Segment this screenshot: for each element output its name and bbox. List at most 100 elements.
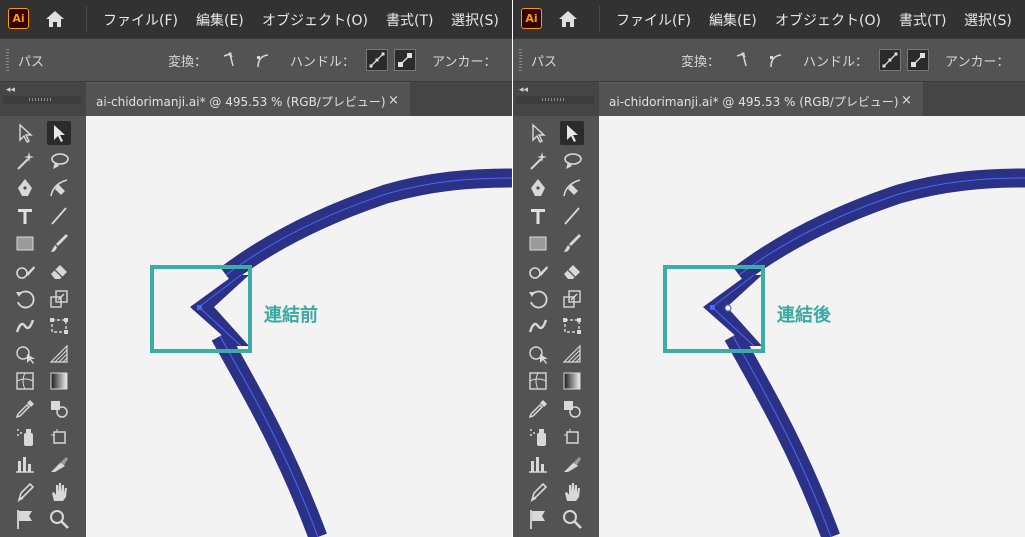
- pen-variant-tool-icon[interactable]: [13, 480, 37, 504]
- control-bar-grip[interactable]: [6, 49, 9, 71]
- joined-anchor-point[interactable]: [724, 304, 732, 312]
- hide-handles-button[interactable]: [394, 49, 416, 71]
- flag-tool-icon[interactable]: [526, 507, 550, 531]
- control-bar-grip[interactable]: [519, 49, 522, 71]
- paintbrush-tool-icon[interactable]: [47, 231, 71, 255]
- column-graph-tool-icon[interactable]: [526, 452, 550, 476]
- free-transform-tool-icon[interactable]: [560, 314, 584, 338]
- line-segment-tool-icon[interactable]: [47, 204, 71, 228]
- shaper-tool-icon[interactable]: [526, 259, 550, 283]
- menu-select[interactable]: 選択(S): [964, 10, 1012, 30]
- menu-select[interactable]: 選択(S): [451, 10, 499, 30]
- magic-wand-tool-icon[interactable]: [13, 149, 37, 173]
- blend-tool-icon[interactable]: [47, 397, 71, 421]
- curvature-tool-icon[interactable]: [47, 176, 71, 200]
- toolbox-header[interactable]: [3, 96, 81, 104]
- lasso-tool-icon[interactable]: [47, 149, 71, 173]
- type-tool-icon[interactable]: [13, 204, 37, 228]
- handles-icon: [882, 52, 898, 68]
- artboard-tool-icon[interactable]: [560, 425, 584, 449]
- column-graph-tool-icon[interactable]: [13, 452, 37, 476]
- home-icon[interactable]: [557, 9, 579, 29]
- eyedropper-tool-icon[interactable]: [13, 397, 37, 421]
- handles-icon: [369, 52, 385, 68]
- lasso-tool-icon[interactable]: [560, 149, 584, 173]
- pen-variant-tool-icon[interactable]: [526, 480, 550, 504]
- scale-tool-icon[interactable]: [560, 287, 584, 311]
- show-handles-button[interactable]: [366, 49, 388, 71]
- close-tab-icon[interactable]: ×: [901, 93, 912, 108]
- control-bar: パス 変換： ハンドル： アンカー：: [0, 38, 512, 82]
- type-tool-icon[interactable]: [526, 204, 550, 228]
- menu-object[interactable]: オブジェクト(O): [262, 10, 368, 30]
- convert-to-corner-button[interactable]: [732, 49, 754, 71]
- flag-tool-icon[interactable]: [13, 507, 37, 531]
- pane-divider: [512, 0, 513, 537]
- free-transform-tool-icon[interactable]: [47, 314, 71, 338]
- perspective-grid-tool-icon[interactable]: [47, 342, 71, 366]
- zoom-tool-icon[interactable]: [560, 507, 584, 531]
- menu-file[interactable]: ファイル(F): [616, 10, 691, 30]
- pen-tool-icon[interactable]: [526, 176, 550, 200]
- collapse-panel-icon[interactable]: ◂◂: [6, 85, 15, 95]
- annotation-label: 連結後: [777, 305, 831, 326]
- gradient-tool-icon[interactable]: [47, 369, 71, 393]
- pen-tool-icon[interactable]: [13, 176, 37, 200]
- blend-tool-icon[interactable]: [560, 397, 584, 421]
- slice-tool-icon[interactable]: [560, 452, 584, 476]
- rectangle-tool-icon[interactable]: [13, 231, 37, 255]
- menu-edit[interactable]: 編集(E): [709, 10, 757, 30]
- menu-type[interactable]: 書式(T): [899, 10, 946, 30]
- slice-tool-icon[interactable]: [47, 452, 71, 476]
- symbol-sprayer-tool-icon[interactable]: [13, 425, 37, 449]
- gradient-tool-icon[interactable]: [560, 369, 584, 393]
- menu-type[interactable]: 書式(T): [386, 10, 433, 30]
- artboard-tool-icon[interactable]: [47, 425, 71, 449]
- symbol-sprayer-tool-icon[interactable]: [526, 425, 550, 449]
- selected-anchor-point[interactable]: [710, 305, 715, 310]
- width-tool-icon[interactable]: [526, 314, 550, 338]
- eyedropper-tool-icon[interactable]: [526, 397, 550, 421]
- convert-to-smooth-button[interactable]: [252, 49, 274, 71]
- convert-to-corner-button[interactable]: [219, 49, 241, 71]
- direct-selection-tool-icon[interactable]: [13, 121, 37, 145]
- illustrator-logo-icon: Ai: [8, 8, 29, 29]
- shape-builder-tool-icon[interactable]: [526, 342, 550, 366]
- collapse-panel-icon[interactable]: ◂◂: [519, 85, 528, 95]
- scale-tool-icon[interactable]: [47, 287, 71, 311]
- eraser-tool-icon[interactable]: [47, 259, 71, 283]
- hand-tool-icon[interactable]: [47, 480, 71, 504]
- menu-edit[interactable]: 編集(E): [196, 10, 244, 30]
- magic-wand-tool-icon[interactable]: [526, 149, 550, 173]
- rotate-tool-icon[interactable]: [526, 287, 550, 311]
- mesh-tool-icon[interactable]: [13, 369, 37, 393]
- paintbrush-tool-icon[interactable]: [560, 231, 584, 255]
- shaper-tool-icon[interactable]: [13, 259, 37, 283]
- document-tab[interactable]: ai-chidorimanji.ai* @ 495.53 % (RGB/プレビュ…: [86, 82, 410, 116]
- toolbox-header[interactable]: [516, 96, 594, 104]
- width-tool-icon[interactable]: [13, 314, 37, 338]
- home-icon[interactable]: [44, 9, 66, 29]
- curvature-tool-icon[interactable]: [560, 176, 584, 200]
- eraser-tool-icon[interactable]: [560, 259, 584, 283]
- show-handles-button[interactable]: [879, 49, 901, 71]
- shape-builder-tool-icon[interactable]: [13, 342, 37, 366]
- line-segment-tool-icon[interactable]: [560, 204, 584, 228]
- document-tab[interactable]: ai-chidorimanji.ai* @ 495.53 % (RGB/プレビュ…: [599, 82, 923, 116]
- selection-tool-icon[interactable]: [560, 121, 584, 145]
- zoom-tool-icon[interactable]: [47, 507, 71, 531]
- stroke-upper-arc: [733, 168, 1025, 283]
- rotate-tool-icon[interactable]: [13, 287, 37, 311]
- perspective-grid-tool-icon[interactable]: [560, 342, 584, 366]
- selection-tool-icon[interactable]: [47, 121, 71, 145]
- convert-to-smooth-button[interactable]: [765, 49, 787, 71]
- hide-handles-button[interactable]: [907, 49, 929, 71]
- rectangle-tool-icon[interactable]: [526, 231, 550, 255]
- selected-anchor-point[interactable]: [197, 305, 202, 310]
- mesh-tool-icon[interactable]: [526, 369, 550, 393]
- close-tab-icon[interactable]: ×: [388, 93, 399, 108]
- menu-object[interactable]: オブジェクト(O): [775, 10, 881, 30]
- menu-file[interactable]: ファイル(F): [103, 10, 178, 30]
- direct-selection-tool-icon[interactable]: [526, 121, 550, 145]
- hand-tool-icon[interactable]: [560, 480, 584, 504]
